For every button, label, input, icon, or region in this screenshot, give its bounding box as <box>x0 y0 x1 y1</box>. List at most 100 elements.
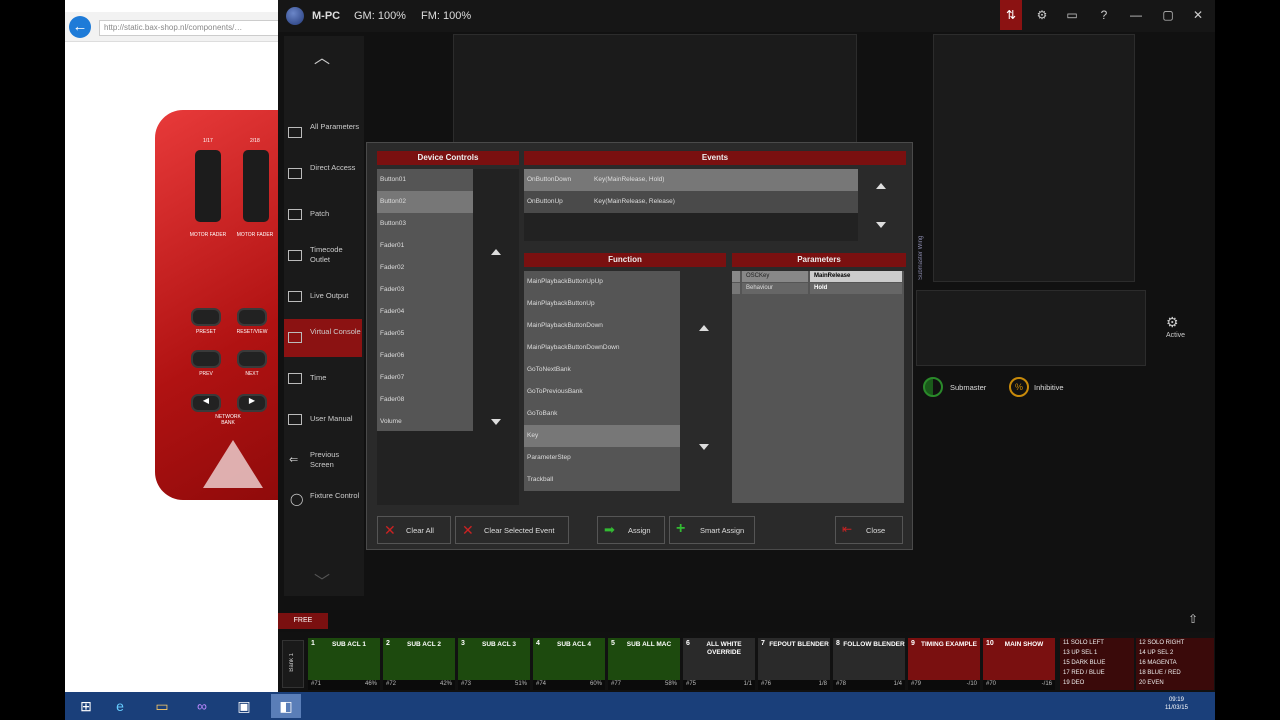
bank-selector[interactable]: Bank 1 <box>282 640 304 688</box>
app-taskbar-icon[interactable]: ▣ <box>229 694 259 718</box>
menu-item-fixture-control[interactable]: ◯ Fixture Control <box>284 483 362 521</box>
parameter-value[interactable]: Hold <box>810 283 902 294</box>
playback-key[interactable]: 2 SUB ACL 2 #72 42% <box>383 638 457 690</box>
app-logo-icon <box>286 7 304 25</box>
button-label: Assign <box>628 526 651 535</box>
playback-key[interactable]: 6 ALL WHITE OVERRIDE #75 1/1 <box>683 638 757 690</box>
cue-item[interactable]: 13 UP SEL 1 <box>1060 648 1134 658</box>
device-control-item[interactable]: Button03 <box>377 213 473 235</box>
menu-item-user-manual[interactable]: User Manual <box>284 401 362 439</box>
menu-item-live-output[interactable]: Live Output <box>284 278 362 316</box>
file-explorer-icon[interactable]: ▭ <box>147 694 177 718</box>
parameter-row[interactable]: OSCKey MainRelease <box>732 271 904 282</box>
gear-icon[interactable]: ⚙ <box>1166 314 1179 331</box>
screen-icon[interactable]: ▭ <box>1064 8 1080 24</box>
menu-item-virtual-console[interactable]: Virtual Console <box>284 319 362 357</box>
function-item[interactable]: MainPlaybackButtonDown <box>524 315 680 337</box>
device-control-item[interactable]: Fader04 <box>377 301 473 323</box>
menu-item-previous-screen[interactable]: ⇐ Previous Screen <box>284 442 362 480</box>
playback-key[interactable]: 3 SUB ACL 3 #73 51% <box>458 638 532 690</box>
function-scroll-up-icon[interactable] <box>699 325 709 331</box>
event-row[interactable]: OnButtonDown Key(MainRelease, Hold) <box>524 169 858 191</box>
function-item[interactable]: GoToBank <box>524 403 680 425</box>
cue-item[interactable]: 17 RED / BLUE <box>1060 668 1134 678</box>
playback-key-name: MAIN SHOW <box>1004 641 1044 648</box>
device-control-item[interactable]: Fader03 <box>377 279 473 301</box>
windows-start-icon[interactable]: ⊞ <box>71 694 101 718</box>
smart-assign-button[interactable]: + Smart Assign <box>669 516 755 544</box>
function-scroll-down-icon[interactable] <box>699 444 709 450</box>
playback-key[interactable]: 10 MAIN SHOW #70 -/16 <box>983 638 1057 690</box>
cue-list-right[interactable]: 12 SOLO RIGHT 14 UP SEL 2 16 MAGENTA 18 … <box>1136 638 1214 690</box>
device-control-item[interactable]: Button02 <box>377 191 473 213</box>
cue-item[interactable]: 18 BLUE / RED <box>1136 668 1214 678</box>
function-item[interactable]: MainPlaybackButtonUp <box>524 293 680 315</box>
cue-item[interactable]: 11 SOLO LEFT <box>1060 638 1134 648</box>
device-control-item[interactable]: Fader02 <box>377 257 473 279</box>
function-item[interactable]: Key <box>524 425 680 447</box>
scroll-down-icon[interactable]: ﹀ <box>314 568 330 592</box>
menu-item-time[interactable]: Time <box>284 360 362 398</box>
playback-key[interactable]: 9 TIMING EXAMPLE #79 -/10 <box>908 638 982 690</box>
minimize-icon[interactable]: — <box>1128 8 1144 24</box>
cue-item[interactable]: 12 SOLO RIGHT <box>1136 638 1214 648</box>
function-item[interactable]: Trackball <box>524 469 680 491</box>
clear-selected-event-button[interactable]: ✕ Clear Selected Event <box>455 516 569 544</box>
cue-item[interactable]: 19 DEO <box>1060 678 1134 688</box>
inhibitive-icon[interactable]: % <box>1009 377 1029 397</box>
function-item[interactable]: ParameterStep <box>524 447 680 469</box>
function-item[interactable]: GoToNextBank <box>524 359 680 381</box>
parameter-row[interactable]: Behaviour Hold <box>732 283 904 294</box>
taskbar-clock[interactable]: 09:19 11/03/15 <box>1165 696 1188 712</box>
assign-button[interactable]: ➡ Assign <box>597 516 665 544</box>
submaster-icon[interactable] <box>923 377 943 397</box>
function-item[interactable]: MainPlaybackButtonDownDown <box>524 337 680 359</box>
playback-key[interactable]: 7 FEPOUT BLENDER #76 1/8 <box>758 638 832 690</box>
device-scroll-up-icon[interactable] <box>491 249 501 255</box>
menu-item-timecode[interactable]: Timecode Outlet <box>284 237 362 275</box>
cue-item[interactable]: 16 MAGENTA <box>1136 658 1214 668</box>
close-button[interactable]: ⇤ Close <box>835 516 903 544</box>
device-control-item[interactable]: Fader05 <box>377 323 473 345</box>
scroll-up-icon[interactable]: ︿ <box>314 44 330 68</box>
events-scroll-down-icon[interactable] <box>876 222 886 228</box>
cue-item[interactable]: 20 EVEN <box>1136 678 1214 688</box>
device-control-item[interactable]: Fader06 <box>377 345 473 367</box>
device-control-item[interactable]: Volume <box>377 411 473 433</box>
parameter-value[interactable]: MainRelease <box>810 271 902 282</box>
url-field[interactable]: http://static.bax-shop.nl/components/… <box>99 20 278 36</box>
upload-icon[interactable]: ⇧ <box>1188 612 1198 626</box>
events-scroll-up-icon[interactable] <box>876 183 886 189</box>
help-icon[interactable]: ? <box>1096 8 1112 24</box>
playback-key[interactable]: 1 SUB ACL 1 #71 46% <box>308 638 382 690</box>
cue-item[interactable]: 15 DARK BLUE <box>1060 658 1134 668</box>
close-icon[interactable]: ✕ <box>1190 8 1206 24</box>
event-row[interactable]: OnButtonUp Key(MainRelease, Release) <box>524 191 858 213</box>
playback-key[interactable]: 8 FOLLOW BLENDER #78 1/4 <box>833 638 907 690</box>
device-scroll-down-icon[interactable] <box>491 419 501 425</box>
cue-list-left[interactable]: 11 SOLO LEFT 13 UP SEL 1 15 DARK BLUE 17… <box>1060 638 1134 690</box>
settings-icon[interactable]: ⚙ <box>1034 8 1050 24</box>
menu-item-patch[interactable]: Patch <box>284 196 362 234</box>
menu-item-all-parameters[interactable]: All Parameters <box>284 114 362 152</box>
device-control-item[interactable]: Fader01 <box>377 235 473 257</box>
visual-studio-icon[interactable]: ∞ <box>187 694 217 718</box>
fader-caption: MOTOR FADER <box>189 232 227 238</box>
app-active-taskbar-icon[interactable]: ◧ <box>271 694 301 718</box>
device-control-item[interactable]: Fader08 <box>377 389 473 411</box>
function-item[interactable]: MainPlaybackButtonUpUp <box>524 271 680 293</box>
back-arrow-icon[interactable]: ← <box>69 16 91 38</box>
playback-key[interactable]: 4 SUB ACL 4 #74 60% <box>533 638 607 690</box>
function-item[interactable]: GoToPreviousBank <box>524 381 680 403</box>
menu-item-direct-access[interactable]: Direct Access <box>284 155 362 193</box>
clear-all-button[interactable]: ✕ Clear All <box>377 516 451 544</box>
internet-explorer-icon[interactable]: e <box>105 694 135 718</box>
device-control-item[interactable]: Fader07 <box>377 367 473 389</box>
cue-item[interactable]: 14 UP SEL 2 <box>1136 648 1214 658</box>
device-control-item[interactable]: Button01 <box>377 169 473 191</box>
device-list-empty-area <box>377 431 473 505</box>
free-button[interactable]: FREE <box>278 613 328 629</box>
playback-key[interactable]: 5 SUB ALL MAC #77 58% <box>608 638 682 690</box>
maximize-icon[interactable]: ▢ <box>1160 8 1176 24</box>
sync-icon[interactable]: ⇅ <box>1000 0 1022 30</box>
